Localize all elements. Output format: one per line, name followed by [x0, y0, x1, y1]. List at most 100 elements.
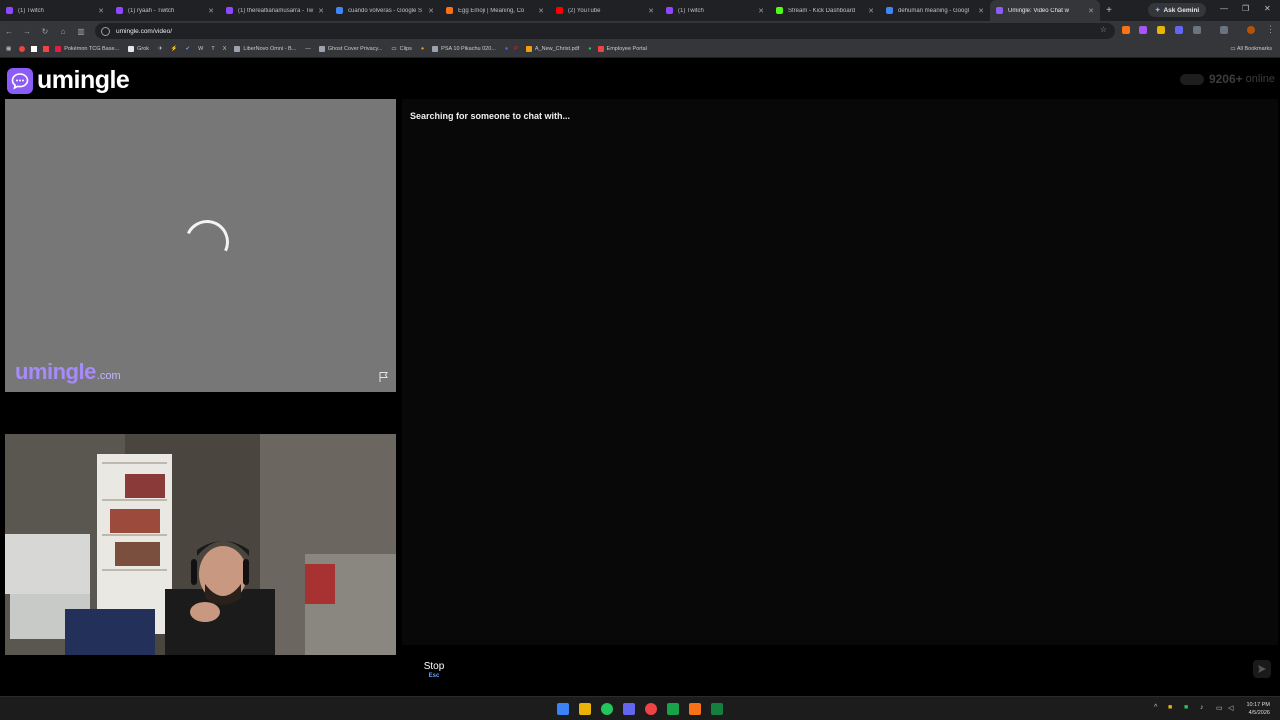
bookmark-shortcut-icon[interactable]: —: [305, 46, 311, 52]
tab-close-icon[interactable]: ✕: [978, 7, 984, 15]
address-bar[interactable]: umingle.com/video/ ☆: [95, 23, 1115, 39]
volume-icon[interactable]: ◁: [1228, 704, 1233, 712]
extension-icon[interactable]: [1175, 26, 1183, 34]
bookmark-shortcut-icon[interactable]: ●: [505, 46, 508, 52]
bookmark-favicon-icon: [525, 46, 532, 52]
browser-menu-icon[interactable]: ⋮: [1266, 24, 1275, 35]
app-icon[interactable]: [667, 703, 679, 715]
site-info-icon[interactable]: [101, 26, 110, 36]
bookmark-shortcut-icon[interactable]: [19, 46, 26, 52]
home-icon[interactable]: ⌂: [54, 27, 72, 36]
bookmark-label: LiberNovo Omni - B...: [243, 46, 297, 52]
extension-icon[interactable]: [1122, 26, 1130, 34]
system-clock[interactable]: 10:17 PM 4/5/2026: [1246, 701, 1270, 717]
app-icon[interactable]: [645, 703, 657, 715]
bookmark-favicon-icon: [55, 46, 62, 52]
discord-icon[interactable]: [623, 703, 635, 715]
forward-arrow-icon[interactable]: →: [18, 27, 36, 36]
network-icon[interactable]: ▭: [1216, 704, 1223, 712]
restore-icon[interactable]: ❐: [1242, 4, 1249, 13]
tab-favicon-icon: [226, 7, 233, 14]
bookmark-star-icon[interactable]: ☆: [1100, 25, 1107, 34]
microphone-icon[interactable]: ♪: [1200, 704, 1204, 711]
bookmark-label: A_New_Christ.pdf: [534, 46, 580, 52]
message-input[interactable]: [470, 652, 1250, 688]
tray-app-icon[interactable]: ■: [1184, 704, 1188, 711]
browser-tab[interactable]: cuando volveras - Google S ✕: [330, 0, 440, 21]
tab-close-icon[interactable]: ✕: [648, 7, 654, 15]
stop-button[interactable]: Stop Esc: [403, 652, 465, 688]
browser-tab[interactable]: (1) Twitch ✕: [0, 0, 110, 21]
bookmark-shortcut-icon[interactable]: ●: [588, 46, 591, 52]
tab-close-icon[interactable]: ✕: [758, 7, 764, 15]
bookmark-shortcut-icon[interactable]: T: [211, 46, 214, 52]
tray-app-icon[interactable]: ■: [1168, 704, 1172, 711]
pinterest-icon[interactable]: P: [514, 46, 518, 52]
tab-favicon-icon: [6, 7, 13, 14]
send-button[interactable]: [1253, 660, 1271, 678]
tab-close-icon[interactable]: ✕: [1088, 7, 1094, 15]
windows-taskbar: ^ ■ ■ ♪ ▭ ◁ 10:17 PM 4/5/2026: [0, 696, 1280, 720]
new-tab-button[interactable]: +: [1100, 5, 1118, 16]
bookmark-item[interactable]: Ghost Cover Privacy...: [318, 46, 382, 52]
browser-tab[interactable]: (1) therealtianamusarra - Tw ✕: [220, 0, 330, 21]
browser-tab[interactable]: (1) Twitch ✕: [660, 0, 770, 21]
minimize-icon[interactable]: —: [1220, 4, 1228, 13]
back-arrow-icon[interactable]: ←: [0, 27, 18, 36]
tab-label: cuando volveras - Google S: [348, 7, 423, 14]
bookmark-shortcut-icon[interactable]: ⚡: [171, 46, 178, 52]
browser-tab[interactable]: (1) ryaah - Twitch ✕: [110, 0, 220, 21]
bookmark-shortcut-icon[interactable]: ✔: [186, 46, 191, 52]
bookmark-favicon-icon: [432, 46, 439, 52]
extension-icon[interactable]: [1139, 26, 1147, 34]
bookmark-item[interactable]: A_New_Christ.pdf: [525, 46, 580, 52]
ask-gemini-button[interactable]: ✦ Ask Gemini: [1148, 3, 1207, 17]
bookmark-shortcut-icon[interactable]: ●: [421, 46, 424, 52]
tab-close-icon[interactable]: ✕: [208, 7, 214, 15]
tab-close-icon[interactable]: ✕: [428, 7, 434, 15]
window-close-icon[interactable]: ✕: [1264, 4, 1271, 13]
browser-tab[interactable]: dehuman meaning - Googl ✕: [880, 0, 990, 21]
stop-shortcut-label: Esc: [428, 673, 440, 679]
file-explorer-icon[interactable]: [579, 703, 591, 715]
bookmark-shortcut-icon[interactable]: ✈: [158, 46, 163, 52]
tab-label: (1) ryaah - Twitch: [128, 7, 175, 14]
tab-close-icon[interactable]: ✕: [318, 7, 324, 15]
bookmark-label: Clips: [399, 46, 412, 52]
bookmark-shortcut-icon[interactable]: W: [198, 46, 203, 52]
browser-tab[interactable]: Egg Emoji | Meaning, Co ✕: [440, 0, 550, 21]
bookmark-item[interactable]: Grok: [128, 46, 149, 52]
cast-icon[interactable]: [1220, 26, 1228, 34]
tray-chevron-icon[interactable]: ^: [1154, 704, 1157, 711]
folder-icon: ▭: [391, 46, 397, 52]
apps-grid-icon[interactable]: ▦: [6, 46, 11, 52]
extensions-puzzle-icon[interactable]: [1193, 26, 1201, 34]
x-logo-icon[interactable]: X: [223, 46, 227, 52]
tab-close-icon[interactable]: ✕: [538, 7, 544, 15]
bookmark-shortcut-icon[interactable]: [43, 46, 50, 52]
tab-close-icon[interactable]: ✕: [868, 7, 874, 15]
app-icon[interactable]: [711, 703, 723, 715]
site-logo[interactable]: umingle: [7, 66, 130, 95]
extension-icon[interactable]: [1157, 26, 1165, 34]
browser-tab-active[interactable]: Umingle: Video Chat w ✕: [990, 0, 1100, 21]
app-icon[interactable]: [689, 703, 701, 715]
browser-tab[interactable]: Stream - Kick Dashboard ✕: [770, 0, 880, 21]
bookmark-shortcut-icon[interactable]: [31, 46, 38, 52]
browser-tab[interactable]: (2) YouTube ✕: [550, 0, 660, 21]
bookmark-item[interactable]: PSA 10 Pikachu 020...: [432, 46, 496, 52]
side-panel-icon[interactable]: ▥: [72, 27, 90, 36]
bookmark-item[interactable]: Pokémon TCG Base...: [55, 46, 119, 52]
bookmark-item[interactable]: LiberNovo Omni - B...: [234, 46, 296, 52]
online-toggle[interactable]: [1179, 73, 1204, 85]
windows-start-icon[interactable]: [557, 703, 569, 715]
profile-avatar-icon[interactable]: [1247, 26, 1255, 34]
all-bookmarks-button[interactable]: ▭ All Bookmarks: [1230, 46, 1272, 52]
reload-icon[interactable]: ↻: [36, 27, 54, 36]
bookmark-item[interactable]: Employee Portal: [597, 46, 647, 52]
bookmark-folder[interactable]: ▭ Clips: [391, 46, 411, 52]
tab-close-icon[interactable]: ✕: [98, 7, 104, 15]
tab-label: (1) therealtianamusarra - Tw: [238, 7, 314, 14]
report-flag-icon[interactable]: [378, 371, 390, 383]
chrome-icon[interactable]: [601, 703, 613, 715]
